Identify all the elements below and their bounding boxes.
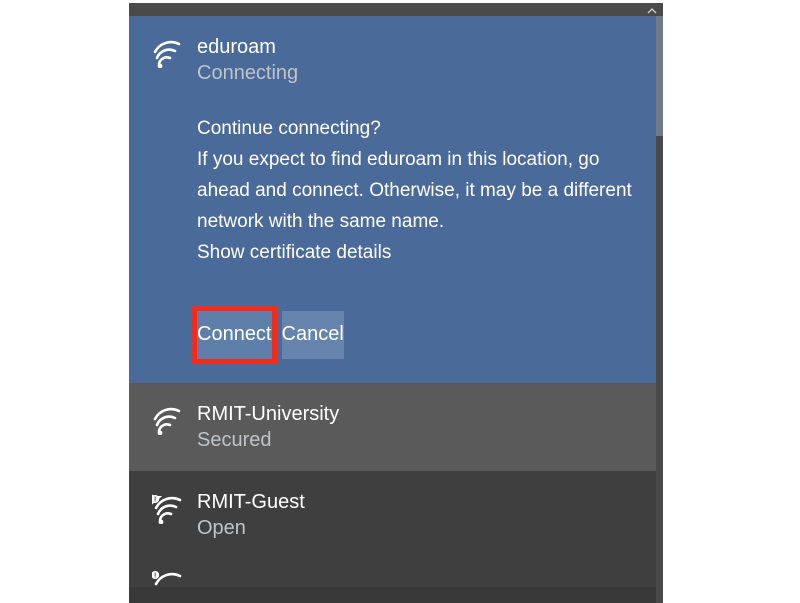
wifi-open-icon: !: [151, 567, 187, 587]
network-item-active[interactable]: eduroam Connecting Continue connecting? …: [129, 16, 656, 383]
network-item[interactable]: RMIT-University Secured: [129, 383, 656, 471]
svg-text:!: !: [154, 572, 156, 579]
network-name: RMIT-Guest: [197, 489, 305, 515]
connect-button[interactable]: Connect: [197, 311, 272, 359]
network-item-partial[interactable]: !: [129, 559, 656, 587]
prompt-body: If you expect to find eduroam in this lo…: [197, 145, 634, 238]
network-item[interactable]: ! RMIT-Guest Open: [129, 471, 656, 559]
network-name: RMIT-University: [197, 401, 339, 427]
network-name: eduroam: [197, 34, 298, 60]
network-flyout: eduroam Connecting Continue connecting? …: [129, 3, 663, 603]
scrollbar-track[interactable]: [656, 16, 663, 603]
prompt-title: Continue connecting?: [197, 114, 634, 145]
scrollbar-thumb[interactable]: [656, 16, 663, 136]
network-status: Secured: [197, 427, 339, 453]
connect-prompt: Continue connecting? If you expect to fi…: [197, 114, 634, 269]
button-row: Connect Cancel: [197, 311, 344, 359]
network-status: Open: [197, 515, 305, 541]
network-status: Connecting: [197, 60, 298, 86]
chevron-up-icon[interactable]: [645, 6, 659, 16]
wifi-icon: [151, 36, 187, 72]
show-certificate-link[interactable]: Show certificate details: [197, 238, 634, 269]
wifi-open-icon: !: [151, 491, 187, 527]
network-list: eduroam Connecting Continue connecting? …: [129, 16, 656, 603]
tutorial-highlight: Connect: [192, 306, 277, 364]
flyout-titlebar: [129, 6, 663, 16]
svg-text:!: !: [154, 496, 156, 503]
cancel-button[interactable]: Cancel: [282, 311, 344, 359]
wifi-icon: [151, 403, 187, 439]
